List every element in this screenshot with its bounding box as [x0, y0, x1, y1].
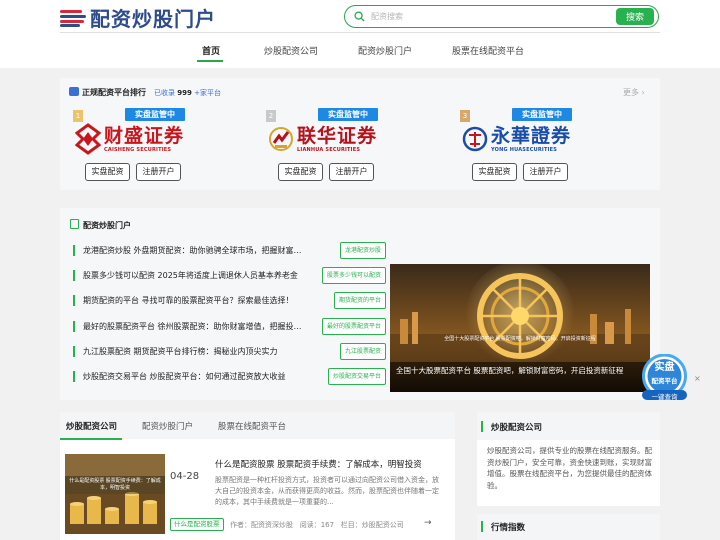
tab-portal[interactable]: 配资炒股门户: [142, 420, 193, 432]
ranking-count: 已收录 999 +家平台: [154, 89, 221, 97]
card-name: 永華證券: [491, 125, 572, 147]
ranking-panel: 正规配资平台排行 已收录 999 +家平台 更多 › 1 实盘监管中 财盛证券 …: [60, 78, 660, 190]
site-header: 配资炒股门户 搜索 首页 炒股配资公司 配资炒股门户 股票在线配资平台: [0, 0, 720, 68]
news-item-title[interactable]: 龙港配资炒股 外盘期货配资：助你驰骋全球市场，把握财富先机: [83, 245, 307, 256]
search-box: 搜索: [344, 5, 659, 28]
ranking-title: 正规配资平台排行: [82, 88, 146, 97]
news-item[interactable]: 最好的股票配资平台 徐州股票配资：助你财富增值，把握投资先机 最好的股票配资平台: [70, 316, 386, 337]
news-item-tag[interactable]: 九江股票配资: [339, 343, 386, 360]
close-icon[interactable]: ×: [694, 374, 701, 383]
article-column: 炒股配资公司: [361, 521, 404, 529]
news-item-title[interactable]: 期货配资的平台 寻找可靠的股票配资平台？探索最佳选择！: [83, 295, 307, 306]
about-body: 炒股配资公司，提供专业的股票在线配资服务。配资炒股门户，安全可靠，资金快速到账，…: [487, 446, 652, 490]
platform-card-lianhua: 2 实盘监管中 联华证券 LIANHUA SECURITIES 实盘配资 注册开…: [266, 108, 384, 186]
tab-active-indicator: [60, 438, 122, 440]
article-thumbnail[interactable]: 什么是配资股票 股票配资手续费：了解成本，明智投资: [65, 454, 165, 534]
news-item-tag[interactable]: 股票多少钱可以配资: [321, 267, 386, 284]
news-item-title[interactable]: 股票多少钱可以配资 2025年将适度上调退休人员基本养老金: [83, 270, 307, 281]
news-title: 配资炒股门户: [83, 221, 131, 230]
banner-overlay-text: 全国十大股票配资平台 股票配资吧，解锁财富密码，开启投资新征程: [444, 335, 596, 342]
card-name: 财盛证券: [104, 125, 185, 147]
tab-stock-firms[interactable]: 炒股配资公司: [66, 420, 117, 432]
search-button[interactable]: 搜索: [616, 8, 654, 25]
register-button[interactable]: 注册开户: [523, 163, 568, 181]
nav-home[interactable]: 首页: [202, 44, 220, 57]
news-item[interactable]: 九江股票配资 期货配资平台排行榜：揭秘业内顶尖实力 九江股票配资: [70, 341, 386, 362]
nav-stock-firms[interactable]: 炒股配资公司: [264, 44, 318, 57]
news-item-tag[interactable]: 龙港配资炒股: [339, 242, 386, 259]
news-item[interactable]: 股票多少钱可以配资 2025年将适度上调退休人员基本养老金 股票多少钱可以配资: [70, 265, 386, 286]
article-tag[interactable]: 什么是配资股票: [170, 518, 224, 531]
search-icon: [354, 11, 365, 22]
yonghua-logo[interactable]: 永華證券 YONG HUASECURITIES: [462, 118, 578, 160]
article-list-panel: 炒股配资公司 配资炒股门户 股票在线配资平台 什么是配资股票 股票配资手续费：了…: [60, 412, 455, 540]
search-input[interactable]: [371, 9, 581, 24]
yonghua-mark-icon: [462, 126, 488, 152]
news-item-title[interactable]: 最好的股票配资平台 徐州股票配资：助你财富增值，把握投资先机: [83, 321, 307, 332]
lianhua-mark-icon: [269, 127, 293, 151]
market-index-title: 行情指数: [491, 523, 526, 533]
caisheng-logo[interactable]: 财盛证券 CAISHENG SECURITIES: [75, 118, 191, 160]
real-margin-button[interactable]: 实盘配资: [472, 163, 517, 181]
real-margin-button[interactable]: 实盘配资: [278, 163, 323, 181]
chevron-right-icon: ›: [641, 88, 645, 97]
thumbnail-caption: 什么是配资股票 股票配资手续费：了解成本，明智投资: [69, 478, 161, 491]
floating-ad[interactable]: 实盘 配资平台 一键查询: [640, 353, 689, 401]
caisheng-mark-icon: [75, 123, 101, 155]
lianhua-logo[interactable]: 联华证券 LIANHUA SECURITIES: [268, 118, 384, 160]
ranking-chat-icon: [69, 87, 79, 96]
floating-ad-line3: 一键查询: [651, 393, 678, 401]
card-name: 联华证券: [297, 125, 378, 147]
nav-active-indicator: [197, 60, 223, 62]
article-title[interactable]: 什么是配资股票 股票配资手续费：了解成本，明智投资: [215, 458, 422, 470]
news-panel: 配资炒股门户 龙港配资炒股 外盘期货配资：助你驰骋全球市场，把握财富先机 龙港配…: [60, 208, 660, 400]
news-item-title[interactable]: 炒股配资交易平台 炒股配资平台：如何通过配资放大收益: [83, 371, 307, 382]
site-logo[interactable]: 配资炒股门户: [60, 4, 216, 31]
news-item-tag[interactable]: 最好的股票配资平台: [321, 318, 386, 335]
article-meta: 作者：配资资深炒股 阅读：167 栏目：炒股配资公司: [230, 521, 404, 529]
banner-caption[interactable]: 全国十大股票配资平台 股票配资吧，解锁财富密码，开启投资新征程: [390, 362, 650, 392]
about-panel: 炒股配资公司 炒股配资公司，提供专业的股票在线配资服务。配资炒股门户，安全可靠，…: [477, 412, 660, 506]
platform-card-yonghua: 3 实盘监管中 永華證券 YONG HUASECURITIES 实盘配资 注册开…: [460, 108, 578, 186]
about-title: 炒股配资公司: [491, 423, 543, 433]
news-item[interactable]: 炒股配资交易平台 炒股配资平台：如何通过配资放大收益 炒股配资交易平台: [70, 366, 386, 387]
news-item[interactable]: 龙港配资炒股 外盘期货配资：助你驰骋全球市场，把握财富先机 龙港配资炒股: [70, 240, 386, 261]
floating-ad-line1: 实盘: [654, 362, 675, 373]
article-views: 167: [320, 521, 335, 529]
register-button[interactable]: 注册开户: [329, 163, 374, 181]
ranking-more-link[interactable]: 更多 ›: [623, 87, 645, 98]
floating-ad-line2: 配资平台: [651, 377, 678, 385]
header-divider: [60, 32, 660, 33]
news-item-title[interactable]: 九江股票配资 期货配资平台排行榜：揭秘业内顶尖实力: [83, 346, 307, 357]
real-margin-button[interactable]: 实盘配资: [85, 163, 130, 181]
article-summary: 股票配资是一种杠杆投资方式，投资者可以通过向配资公司借入资金，放大自己的投资本金…: [215, 476, 439, 506]
news-item[interactable]: 期货配资的平台 寻找可靠的股票配资平台？探索最佳选择！ 期货配资的平台: [70, 290, 386, 311]
main-nav: 首页 炒股配资公司 配资炒股门户 股票在线配资平台: [0, 42, 720, 62]
document-icon: [70, 219, 79, 229]
card-en-name: CAISHENG SECURITIES: [104, 147, 172, 153]
featured-banner[interactable]: 全国十大股票配资平台 股票配资吧，解锁财富密码，开启投资新征程 全国十大股票配资…: [390, 264, 650, 392]
flag-logo-icon: [60, 7, 88, 27]
article-author: 配资资深炒股: [251, 521, 293, 529]
article-date: 04-28: [170, 471, 200, 482]
register-button[interactable]: 注册开户: [136, 163, 181, 181]
tab-online-platform[interactable]: 股票在线配资平台: [218, 420, 286, 432]
logo-text: 配资炒股门户: [90, 6, 216, 31]
arrow-right-icon[interactable]: →: [424, 518, 432, 528]
platform-card-caisheng: 1 实盘监管中 财盛证券 CAISHENG SECURITIES 实盘配资 注册…: [73, 108, 191, 186]
card-en-name: LIANHUA SECURITIES: [297, 147, 361, 153]
news-item-tag[interactable]: 炒股配资交易平台: [327, 368, 386, 385]
market-index-panel: 行情指数: [477, 514, 660, 540]
card-en-name: YONG HUASECURITIES: [491, 147, 558, 153]
nav-online-platform[interactable]: 股票在线配资平台: [452, 44, 524, 57]
news-item-tag[interactable]: 期货配资的平台: [333, 292, 386, 309]
nav-portal[interactable]: 配资炒股门户: [358, 44, 412, 57]
